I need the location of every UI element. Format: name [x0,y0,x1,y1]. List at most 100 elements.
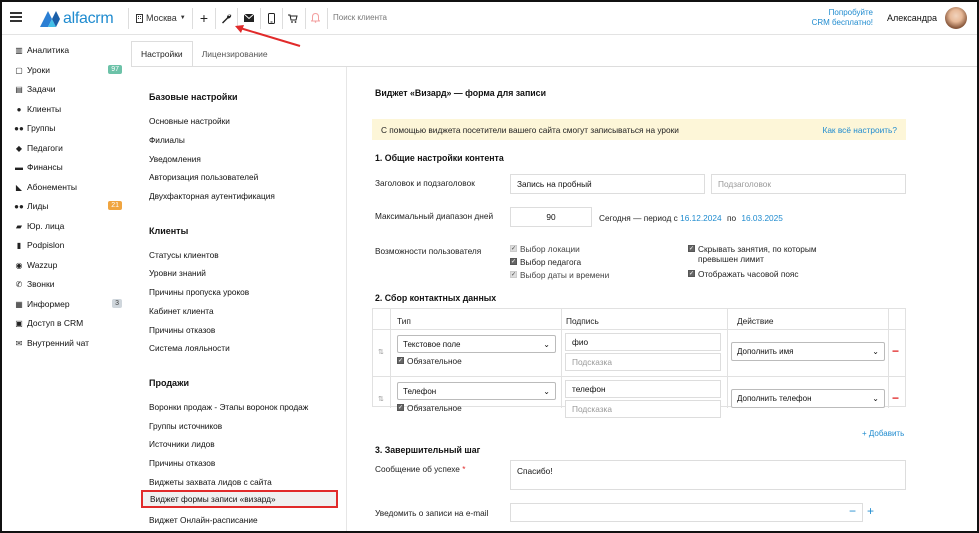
wrench-icon[interactable] [219,11,233,25]
sidebar-item-crm-access[interactable]: ▣ Доступ в CRM [14,316,122,330]
field-type-select[interactable]: Телефон ⌄ [397,382,556,400]
settings-link-lead-sources[interactable]: Источники лидов [149,439,215,449]
row-divider [373,376,905,377]
period-to: 16.03.2025 [741,213,783,223]
tab-settings[interactable]: Настройки [131,41,193,66]
column-header-type: Тип [397,316,411,326]
sidebar-item-clients[interactable]: ● Клиенты [14,102,122,116]
notify-email-input[interactable] [510,503,863,522]
add-field-link[interactable]: + Добавить [862,429,904,438]
envelope-icon[interactable] [242,11,256,25]
user-name[interactable]: Александра [887,13,937,23]
sidebar-item-finance[interactable]: ▬ Финансы [14,160,122,174]
checkbox-icon: ✓ [510,245,517,252]
how-to-link[interactable]: Как всё настроить? [822,125,897,135]
sidebar-item-internal-chat[interactable]: ✉ Внутренний чат [14,336,122,350]
settings-link-refusal-reasons[interactable]: Причины отказов [149,325,215,335]
sidebar-item-label: Информер [27,299,70,309]
heading-input[interactable]: Запись на пробный [510,174,705,194]
settings-link-2fa[interactable]: Двухфакторная аутентификация [149,191,275,201]
settings-link-lead-widgets[interactable]: Виджеты захвата лидов с сайта [149,477,272,487]
sidebar-item-groups[interactable]: ●● Группы [14,121,122,135]
drag-handle-icon[interactable]: ⇅ [378,348,384,356]
hint-input[interactable]: Подсказка [565,353,721,371]
hint-input[interactable]: Подсказка [565,400,721,418]
ability-datetime-checkbox[interactable]: ✓ Выбор даты и времени [510,270,609,280]
required-checkbox[interactable]: ✓ Обязательное [397,403,462,413]
sidebar-item-informer[interactable]: ▦ Информер 3 [14,297,122,311]
envelope-icon: ✉ [15,338,23,348]
hamburger-menu-icon[interactable] [10,12,22,22]
checkbox-label: Отображать часовой пояс [698,269,799,279]
settings-link-source-groups[interactable]: Группы источников [149,421,222,431]
sidebar-item-lessons[interactable]: ▢ Уроки 97 [14,63,122,77]
remove-row-button[interactable]: − [892,344,899,358]
settings-link-sales-funnels[interactable]: Воронки продаж - Этапы воронок продаж [149,402,308,412]
settings-link-wizard-widget[interactable]: Виджет формы записи «визард» [141,490,338,508]
sidebar-item-legal-entities[interactable]: ▰ Юр. лица [14,219,122,233]
settings-link-loyalty[interactable]: Система лояльности [149,343,230,353]
wizard-widget-form: Виджет «Визард» — форма для записи С пом… [347,67,977,531]
ability-teacher-checkbox[interactable]: ✓ Выбор педагога [510,257,581,267]
cart-icon[interactable] [286,11,300,25]
remove-row-button[interactable]: − [892,391,899,405]
plus-icon[interactable]: + [197,10,211,26]
sidebar-item-leads[interactable]: ●● Лиды 21 [14,199,122,213]
settings-link-client-statuses[interactable]: Статусы клиентов [149,250,219,260]
required-checkbox[interactable]: ✓ Обязательное [397,356,462,366]
app-window: alfacrm Москва ▼ + Поиск клиента Попробу… [0,0,979,533]
caption-input[interactable]: фио [565,333,721,351]
tab-licensing[interactable]: Лицензирование [193,41,277,66]
sidebar-item-analytics[interactable]: ▥ Аналитика [14,43,122,57]
sidebar-item-calls[interactable]: ✆ Звонки [14,277,122,291]
settings-link-client-cabinet[interactable]: Кабинет клиента [149,306,214,316]
free-trial-link[interactable]: Попробуйте CRM бесплатно! [812,8,873,28]
range-days-input[interactable]: 90 [510,207,592,227]
drag-handle-icon[interactable]: ⇅ [378,395,384,403]
checkbox-label: Выбор локации [520,244,580,254]
sidebar-item-teachers[interactable]: ◆ Педагоги [14,141,122,155]
success-message-textarea[interactable]: Спасибо! [510,460,906,490]
city-selector[interactable]: Москва ▼ [136,13,186,23]
settings-link-notifications[interactable]: Уведомления [149,154,201,164]
sidebar-item-subscriptions[interactable]: ◣ Абонементы [14,180,122,194]
sidebar-item-wazzup[interactable]: ◉ Wazzup [14,258,122,272]
caption-input[interactable]: телефон [565,380,721,398]
settings-link-sales-refusal-reasons[interactable]: Причины отказов [149,458,215,468]
remove-email-button[interactable]: − [849,504,856,518]
settings-link-main[interactable]: Основные настройки [149,116,230,126]
count-badge: 97 [108,65,122,74]
mobile-icon[interactable] [264,11,278,25]
checkbox-label: Выбор даты и времени [520,270,610,280]
settings-link-branches[interactable]: Филиалы [149,135,185,145]
ability-location-checkbox[interactable]: ✓ Выбор локации [510,244,580,254]
settings-link-auth[interactable]: Авторизация пользователей [149,172,258,182]
row-divider [373,329,905,330]
add-email-button[interactable]: + [867,504,874,518]
section-title-clients: Клиенты [149,226,189,236]
subheading-input[interactable]: Подзаголовок [711,174,906,194]
bell-icon[interactable] [308,11,322,25]
count-badge: 3 [112,299,122,308]
logo-text: alfacrm [63,10,114,27]
sidebar-item-label: Внутренний чат [27,338,90,348]
document-icon: ▮ [16,240,22,250]
settings-link-absence-reasons[interactable]: Причины пропуска уроков [149,287,249,297]
show-timezone-checkbox[interactable]: ✓ Отображать часовой пояс [688,269,799,279]
action-select[interactable]: Дополнить телефон ⌄ [731,389,885,408]
sidebar-item-podpislon[interactable]: ▮ Podpislon [14,238,122,252]
divider [192,8,193,29]
avatar[interactable] [945,7,967,29]
chat-bubble-icon: ◉ [15,260,23,270]
hide-over-limit-checkbox[interactable]: ✓ Скрывать занятия, по которым превышен … [688,244,817,264]
settings-link-online-schedule[interactable]: Виджет Онлайн-расписание [149,515,258,525]
settings-link-knowledge-levels[interactable]: Уровни знаний [149,268,206,278]
client-search-input[interactable] [333,13,533,22]
column-divider [561,309,562,408]
promo-line-2: CRM бесплатно! [811,18,873,27]
action-select[interactable]: Дополнить имя ⌄ [731,342,885,361]
logo[interactable]: alfacrm [40,9,114,29]
sidebar-item-tasks[interactable]: ▤ Задачи [14,82,122,96]
top-bar: alfacrm Москва ▼ + Поиск клиента Попробу… [2,2,977,35]
field-type-select[interactable]: Текстовое поле ⌄ [397,335,556,353]
